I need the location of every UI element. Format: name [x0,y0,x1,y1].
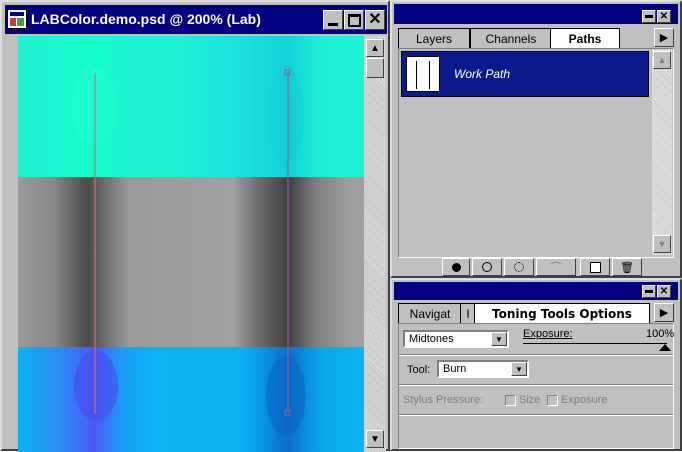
tab-navigator[interactable]: Navigat [398,303,462,323]
close-icon: ✕ [368,11,382,28]
minimize-icon [645,290,653,293]
lab-color-image [18,36,364,452]
vertical-scrollbar[interactable]: ▲ ▼ [364,36,386,452]
maximize-icon [347,13,361,27]
dropdown-arrow-icon[interactable]: ▼ [511,362,527,376]
tool-select[interactable]: Burn ▼ [437,360,529,378]
exposure-slider-track [523,343,667,344]
exposure-value: 100% [646,328,675,340]
tab-channels[interactable]: Channels [470,28,552,48]
load-selection-icon[interactable] [504,258,534,276]
document-title-bar[interactable]: LABColor.demo.psd @ 200% (Lab) ✕ [5,5,387,34]
make-work-path-icon[interactable]: ⌒ [536,258,576,276]
arrow-down-icon: ▼ [370,433,380,445]
options-menu-button[interactable]: ▶ [654,303,674,322]
fill-path-icon[interactable] [442,258,470,276]
paths-scroll-up-button[interactable]: ▲ [653,51,671,69]
exposure-checkbox-label: Exposure [561,394,608,406]
maximize-button[interactable] [344,10,364,30]
palette-minimize-button[interactable] [642,10,656,23]
document-window: LABColor.demo.psd @ 200% (Lab) ✕ ▲ ▼ [0,0,390,452]
path-thumbnail [406,56,440,92]
close-icon: ✕ [659,286,669,297]
close-button[interactable]: ✕ [365,10,385,30]
tab-layers[interactable]: Layers [398,28,470,48]
tab-toning-tools-options[interactable]: Toning Tools Options [474,303,650,324]
scroll-up-button[interactable]: ▲ [366,39,384,57]
menu-arrow-icon: ▶ [659,307,669,319]
gray-band [18,177,364,347]
size-label: Size [519,394,541,406]
options-body: Midtones ▼ Exposure: 100% Tool: Burn ▼ S… [398,323,674,449]
range-select-value: Midtones [409,333,454,345]
stroke-path-icon[interactable] [472,258,502,276]
arrow-up-icon: ▲ [657,55,667,65]
stylus-pressure-label: Stylus Pressure: [403,394,484,406]
paths-list-scrollbar[interactable]: ▲ ▼ [652,49,672,255]
paths-tab-strip: Layers Channels Paths ▶ [398,28,674,49]
exposure-slider-thumb[interactable] [659,344,671,351]
new-path-icon[interactable] [580,258,610,276]
palette-close-button[interactable]: ✕ [657,10,671,23]
paths-list: Work Path ▲ ▼ [398,48,674,258]
cyan-band [18,36,364,177]
size-checkbox[interactable] [505,395,516,406]
arrow-up-icon: ▲ [370,42,380,54]
minimize-icon [328,22,338,26]
trash-icon[interactable]: 🗑 [612,258,642,276]
exposure-slider[interactable] [523,343,671,351]
palette-menu-button[interactable]: ▶ [654,28,674,47]
paths-scroll-down-button[interactable]: ▼ [653,235,671,253]
menu-arrow-icon: ▶ [659,32,669,44]
scroll-thumb[interactable] [366,58,384,78]
path-row-work-path[interactable]: Work Path [401,51,649,97]
toning-options-palette: ✕ Navigat I Toning Tools Options ▶ Midto… [390,278,682,451]
options-palette-titlebar[interactable]: ✕ [394,282,678,300]
exposure-checkbox[interactable] [547,395,558,406]
paths-palette-titlebar[interactable]: ✕ [394,4,678,24]
options-minimize-button[interactable] [642,285,656,298]
options-tab-strip: Navigat I Toning Tools Options ▶ [398,303,674,324]
scroll-down-button[interactable]: ▼ [366,430,384,448]
close-icon: ✕ [659,11,669,22]
blue-band [18,347,364,452]
image-canvas[interactable] [18,36,364,452]
arrow-down-icon: ▼ [657,239,667,249]
tool-select-value: Burn [443,363,467,375]
path-name: Work Path [454,67,511,81]
tool-label: Tool: [407,364,431,376]
range-select[interactable]: Midtones ▼ [403,330,509,348]
minimize-button[interactable] [323,10,343,30]
exposure-label: Exposure: [523,328,573,340]
paths-footer: ⌒ 🗑 [398,258,674,276]
photoshop-doc-icon [7,9,27,29]
tab-paths[interactable]: Paths [550,28,620,49]
paths-palette: ✕ Layers Channels Paths ▶ Work Path ▲ ▼ [390,0,682,278]
options-close-button[interactable]: ✕ [657,285,671,298]
document-title: LABColor.demo.psd @ 200% (Lab) [31,11,261,27]
dropdown-arrow-icon[interactable]: ▼ [491,332,507,346]
minimize-icon [645,15,653,18]
